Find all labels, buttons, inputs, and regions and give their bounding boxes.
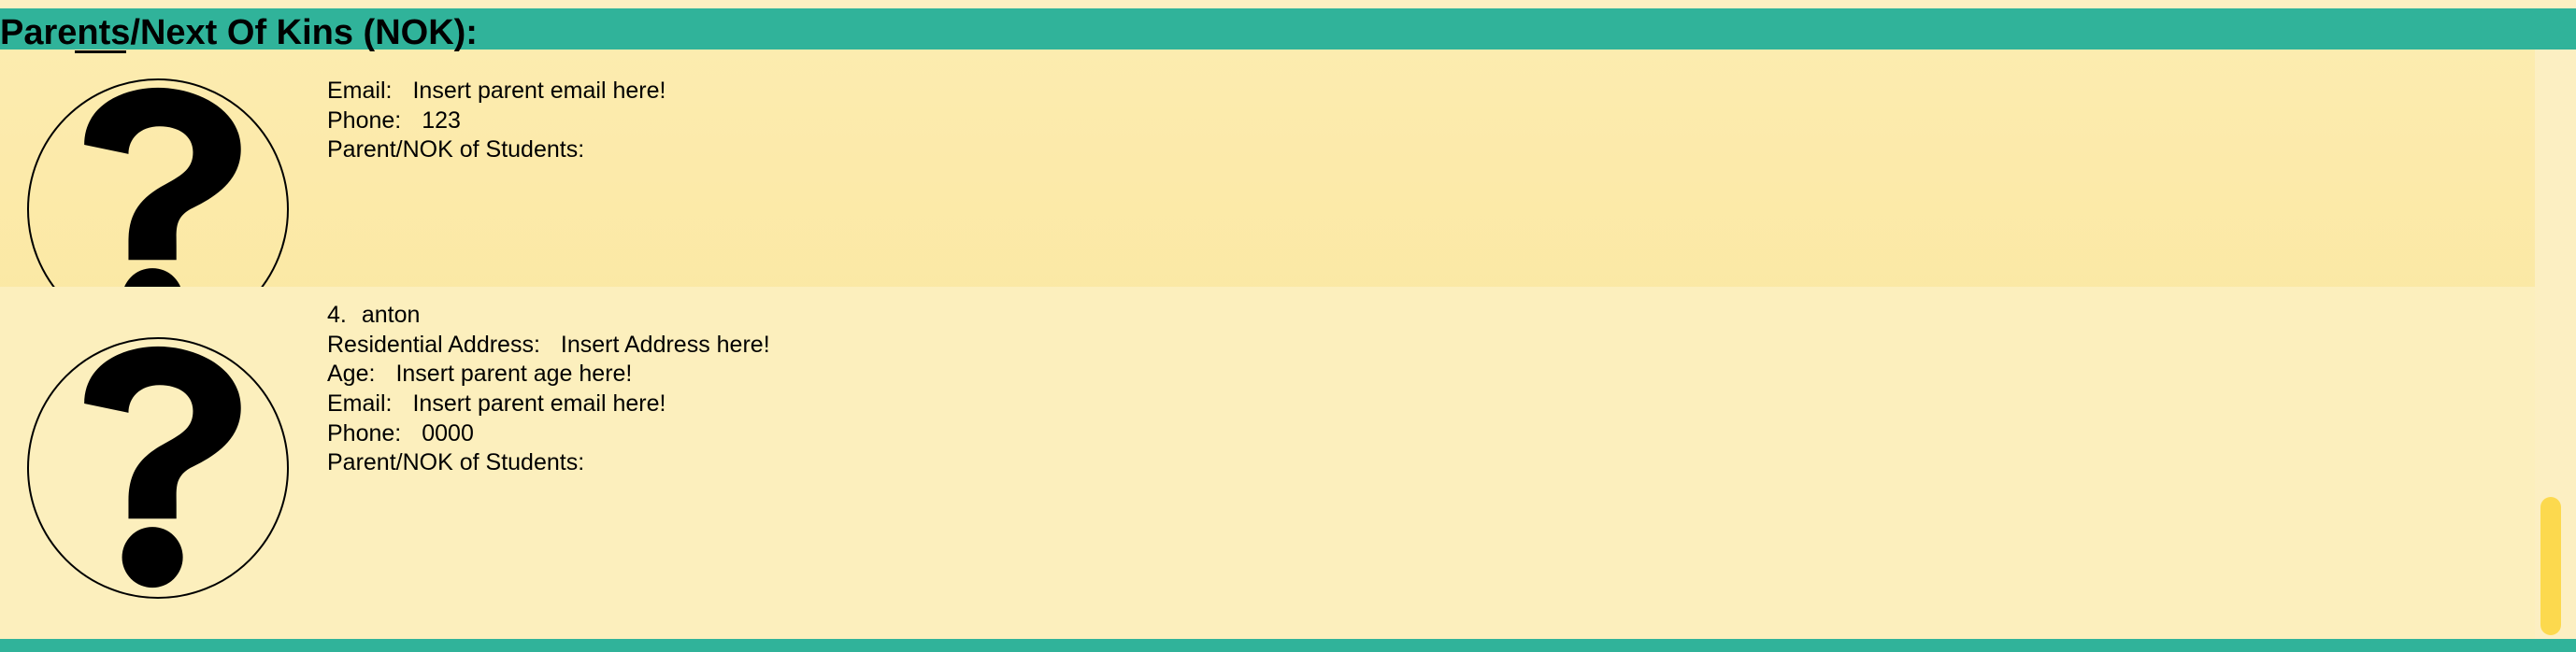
phone-value: 123 [422, 106, 461, 134]
address-value: Insert Address here! [560, 331, 770, 358]
phone-label: Phone: [327, 419, 402, 446]
age-label: Age: [327, 361, 376, 388]
page-title: Parents/Next Of Kins (NOK): [0, 13, 478, 52]
students-row: Parent/NOK of Students: [327, 448, 770, 478]
email-row: Email: Insert parent email here! [327, 77, 665, 106]
students-label: Parent/NOK of Students: [327, 449, 585, 476]
email-label: Email: [327, 78, 393, 104]
parent-info: Email: Insert parent email here! Phone: 12… [327, 77, 665, 165]
parent-list[interactable]: Email: Insert parent email here! Phone: 12… [0, 50, 2535, 639]
phone-row: Phone: 123 [327, 106, 665, 136]
parent-avatar [27, 337, 289, 599]
parent-info: 4. anton Residential Address: Insert Addre… [327, 301, 770, 478]
scrollbar-thumb[interactable] [2540, 497, 2561, 635]
address-label: Residential Address: [327, 331, 540, 358]
bottom-bar [0, 639, 2576, 652]
address-row: Residential Address: Insert Address here! [327, 331, 770, 361]
parent-name: anton [361, 302, 421, 328]
phone-label: Phone: [327, 106, 402, 134]
parent-index: 4. [327, 302, 347, 328]
question-mark-icon [84, 346, 241, 588]
students-row: Parent/NOK of Students: [327, 135, 665, 165]
email-value: Insert parent email here! [412, 78, 666, 104]
email-value: Insert parent email here! [412, 390, 666, 418]
header-bar: Parents/Next Of Kins (NOK): [0, 8, 2576, 52]
age-row: Age: Insert parent age here! [327, 360, 770, 390]
parent-card[interactable]: 4. anton Residential Address: Insert Addre… [0, 287, 2535, 639]
phone-value: 0000 [422, 419, 474, 446]
name-row: 4. anton [327, 301, 770, 331]
parent-list-window: Email: Insert parent email here! Phone: 12… [0, 0, 2576, 652]
email-row: Email: Insert parent email here! [327, 390, 770, 419]
age-value: Insert parent age here! [395, 361, 633, 388]
email-label: Email: [327, 390, 393, 418]
students-label: Parent/NOK of Students: [327, 136, 585, 163]
top-strip [0, 0, 2576, 8]
phone-row: Phone: 0000 [327, 419, 770, 449]
